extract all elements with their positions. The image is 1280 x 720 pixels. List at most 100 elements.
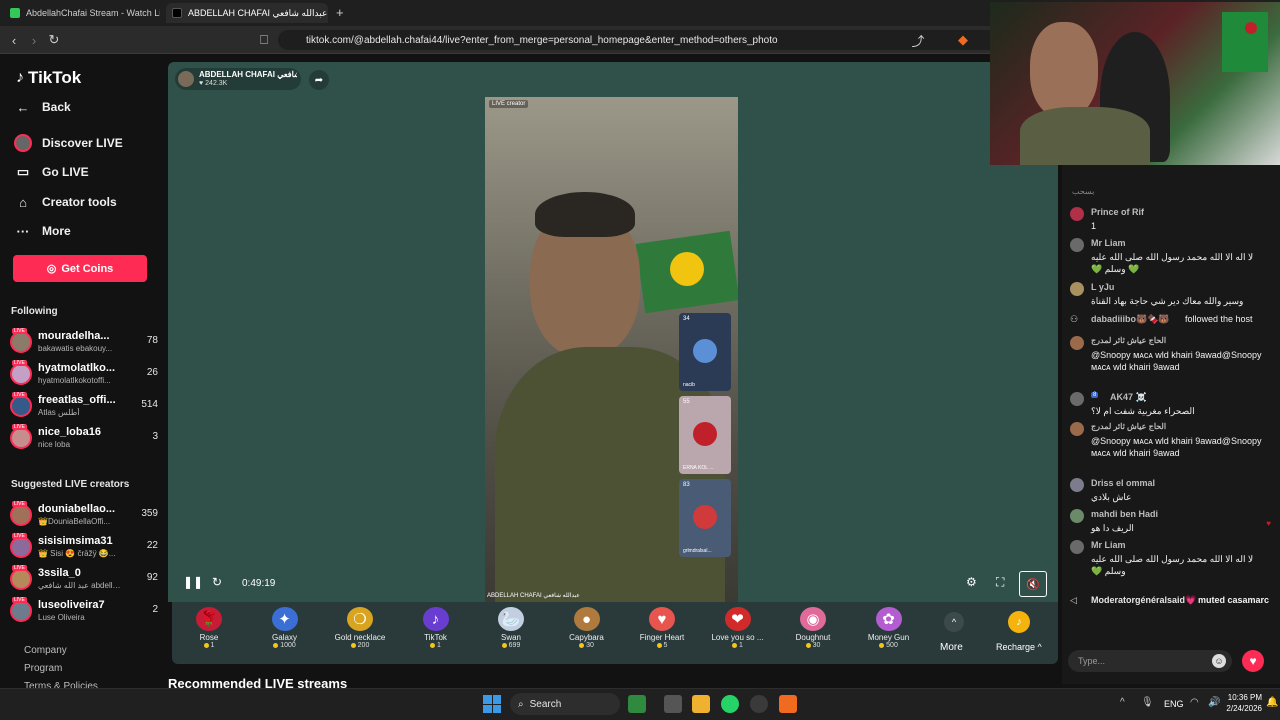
gift-item[interactable]: ✦ Galaxy 1000 bbox=[250, 604, 320, 662]
chat-follow-event: ⚇ dabadiiibo🐻🍫🐻 followed the host bbox=[1070, 314, 1275, 328]
following-account[interactable]: LIVE freeatlas_offi... Atlas أطلس 514 bbox=[10, 392, 158, 421]
gift-item[interactable]: 🌹 Rose 1 bbox=[174, 604, 244, 662]
avatar bbox=[10, 536, 32, 558]
app-icon[interactable] bbox=[750, 695, 768, 713]
gift-item[interactable]: ♥ Finger Heart 5 bbox=[627, 604, 697, 662]
forward-arrow-icon[interactable]: › bbox=[26, 32, 42, 48]
refresh-icon[interactable]: ↻ bbox=[212, 575, 222, 589]
suggested-account[interactable]: LIVE sisisimsima31 👑 Sisi 😍 črāžÿ 😂... 2… bbox=[10, 533, 158, 562]
reload-icon[interactable]: ↻ bbox=[46, 32, 62, 48]
browser-tab-1[interactable]: AbdellahChafai Stream - Watch Live o bbox=[4, 3, 160, 23]
mute-icon[interactable]: 🔇 bbox=[1019, 571, 1047, 597]
nav-more[interactable]: ··· More bbox=[14, 219, 71, 243]
avatar bbox=[1070, 282, 1084, 296]
arrow-left-icon: ← bbox=[16, 99, 30, 115]
gift-item[interactable]: ❍ Gold necklace 200 bbox=[325, 604, 395, 662]
volume-icon[interactable]: 🔊 bbox=[1208, 697, 1220, 708]
level-badge: 8 bbox=[1091, 392, 1099, 398]
host-avatar bbox=[178, 71, 194, 87]
get-coins-button[interactable]: ◎ Get Coins bbox=[13, 255, 147, 282]
flag-widget-icon[interactable] bbox=[628, 695, 646, 713]
gift-more-button[interactable]: More bbox=[940, 642, 963, 653]
chat-mod-event: ◁ Moderatorgénéralsaid💗 muted casamarc bbox=[1070, 595, 1275, 609]
gift-item[interactable]: ♪ TikTok 1 bbox=[401, 604, 471, 662]
avatar bbox=[1070, 422, 1084, 436]
settings-gear-icon[interactable]: ⚙ bbox=[966, 575, 977, 589]
gift-icon: ♥ bbox=[649, 607, 675, 631]
search-icon: ⌕ bbox=[518, 698, 524, 710]
emoji-icon[interactable]: ☺ bbox=[1212, 654, 1226, 668]
gift-item[interactable]: 🦢 Swan 699 bbox=[476, 604, 546, 662]
brave-browser-icon[interactable] bbox=[779, 695, 797, 713]
chevron-up-icon[interactable]: ^ bbox=[944, 612, 964, 632]
nav-go-live[interactable]: ▭ Go LIVE bbox=[14, 160, 89, 184]
live-creator-tag: LIVE creator bbox=[489, 100, 529, 108]
browser-tab-2[interactable]: ABDELLAH CHAFAI عبدالله شافعي × bbox=[166, 3, 328, 23]
taskbar-search[interactable]: ⌕ Search bbox=[510, 693, 620, 715]
gift-item[interactable]: ◉ Doughnut 30 bbox=[778, 604, 848, 662]
share-stream-icon[interactable]: ➦ bbox=[309, 70, 329, 90]
coin-icon bbox=[203, 643, 209, 648]
gift-price: 500 bbox=[854, 642, 924, 649]
guest-tile[interactable]: 34 nacib bbox=[679, 313, 731, 391]
following-account[interactable]: LIVE nice_loba16 nice loba 3 bbox=[10, 424, 158, 453]
bookmark-icon[interactable]: ⎕ bbox=[256, 32, 272, 48]
host-name: ABDELLAH CHAFAI عبدالله شافعي bbox=[199, 70, 297, 79]
share-icon[interactable]: ⤴ bbox=[910, 32, 926, 49]
avatar bbox=[10, 427, 32, 449]
like-heart-button[interactable]: ♥ bbox=[1242, 650, 1264, 672]
webcam-overlay bbox=[990, 2, 1280, 165]
gift-item[interactable]: ✿ Money Gun 500 bbox=[854, 604, 924, 662]
coin-icon bbox=[805, 643, 811, 648]
nav-creator-tools[interactable]: ⌂ Creator tools bbox=[14, 190, 117, 214]
task-view-icon[interactable] bbox=[664, 695, 682, 713]
back-link[interactable]: ← Back bbox=[14, 95, 71, 119]
gift-icon: ❤ bbox=[724, 607, 751, 631]
pause-icon[interactable]: ❚❚ bbox=[183, 575, 203, 589]
kick-favicon-icon bbox=[10, 8, 20, 18]
gift-item[interactable]: ● Capybara 30 bbox=[552, 604, 622, 662]
following-account[interactable]: LIVE hyatmolatlko... hyatmolatlkokotoffi… bbox=[10, 360, 158, 389]
language-indicator[interactable]: ENG bbox=[1164, 699, 1184, 709]
recharge-button[interactable]: Recharge ^ bbox=[996, 642, 1042, 652]
gift-name: Love you so ... bbox=[711, 633, 764, 642]
notification-bell-icon[interactable]: 🔔 bbox=[1266, 697, 1278, 708]
flag-emblem bbox=[1245, 22, 1257, 34]
live-badge: LIVE bbox=[12, 501, 27, 507]
guest-tile[interactable]: 83 grlmdralsal... bbox=[679, 479, 731, 557]
suggested-account[interactable]: LIVE douniabellao... 👑DouniaBellaOffi...… bbox=[10, 501, 158, 530]
nav-discover-live[interactable]: Discover LIVE bbox=[14, 131, 123, 155]
elapsed-time: 0:49:19 bbox=[242, 578, 276, 589]
url-field[interactable]: tiktok.com/@abdellah.chafai44/live?enter… bbox=[278, 30, 998, 50]
back-arrow-icon[interactable]: ‹ bbox=[6, 32, 22, 48]
heart-icon: ♥ bbox=[1266, 519, 1271, 528]
suggested-account[interactable]: LIVE 3ssila_0 عبد الله شافعي abdellah...… bbox=[10, 565, 158, 594]
chat-input[interactable]: Type... ☺ bbox=[1068, 650, 1232, 672]
avatar bbox=[10, 568, 32, 590]
live-badge: LIVE bbox=[12, 424, 27, 430]
file-explorer-icon[interactable] bbox=[692, 695, 710, 713]
gift-icon: ♪ bbox=[422, 607, 449, 631]
chevron-up-icon[interactable]: ^ bbox=[1120, 697, 1125, 708]
tiktok-logo[interactable]: ♪ TikTok bbox=[16, 68, 81, 88]
coin-icon[interactable]: ♪ bbox=[1008, 611, 1030, 633]
tab-title: AbdellahChafai Stream - Watch Live o bbox=[26, 8, 160, 18]
footer-link[interactable]: Company bbox=[24, 645, 67, 656]
windows-start-icon[interactable] bbox=[483, 695, 501, 713]
wifi-icon[interactable]: ◠ bbox=[1190, 697, 1199, 708]
taskbar-clock[interactable]: 10:36 PM 2/24/2026 bbox=[1222, 692, 1262, 714]
tiktok-note-icon: ♪ bbox=[16, 69, 24, 86]
following-account[interactable]: LIVE mouradelha... bakawatis ebakouy... … bbox=[10, 328, 158, 357]
gift-item[interactable]: ❤ Love you so ... 1 bbox=[703, 604, 773, 662]
live-badge: LIVE bbox=[12, 597, 27, 603]
avatar bbox=[1070, 478, 1084, 492]
footer-link[interactable]: Program bbox=[24, 663, 62, 674]
host-badge[interactable]: ABDELLAH CHAFAI عبدالله شافعي ♥242.3K bbox=[175, 68, 301, 90]
fullscreen-icon[interactable]: ⛶ bbox=[996, 575, 1004, 590]
new-tab-button[interactable]: + bbox=[336, 5, 344, 20]
brave-shield-icon[interactable]: ◆ bbox=[955, 32, 971, 48]
whatsapp-icon[interactable] bbox=[721, 695, 739, 713]
microphone-icon[interactable]: 🎙 bbox=[1141, 697, 1154, 708]
guest-tile[interactable]: 55 ERNA KOL ... bbox=[679, 396, 731, 474]
suggested-account[interactable]: LIVE luseoliveira7 Luse Oliveira 2 bbox=[10, 597, 158, 626]
